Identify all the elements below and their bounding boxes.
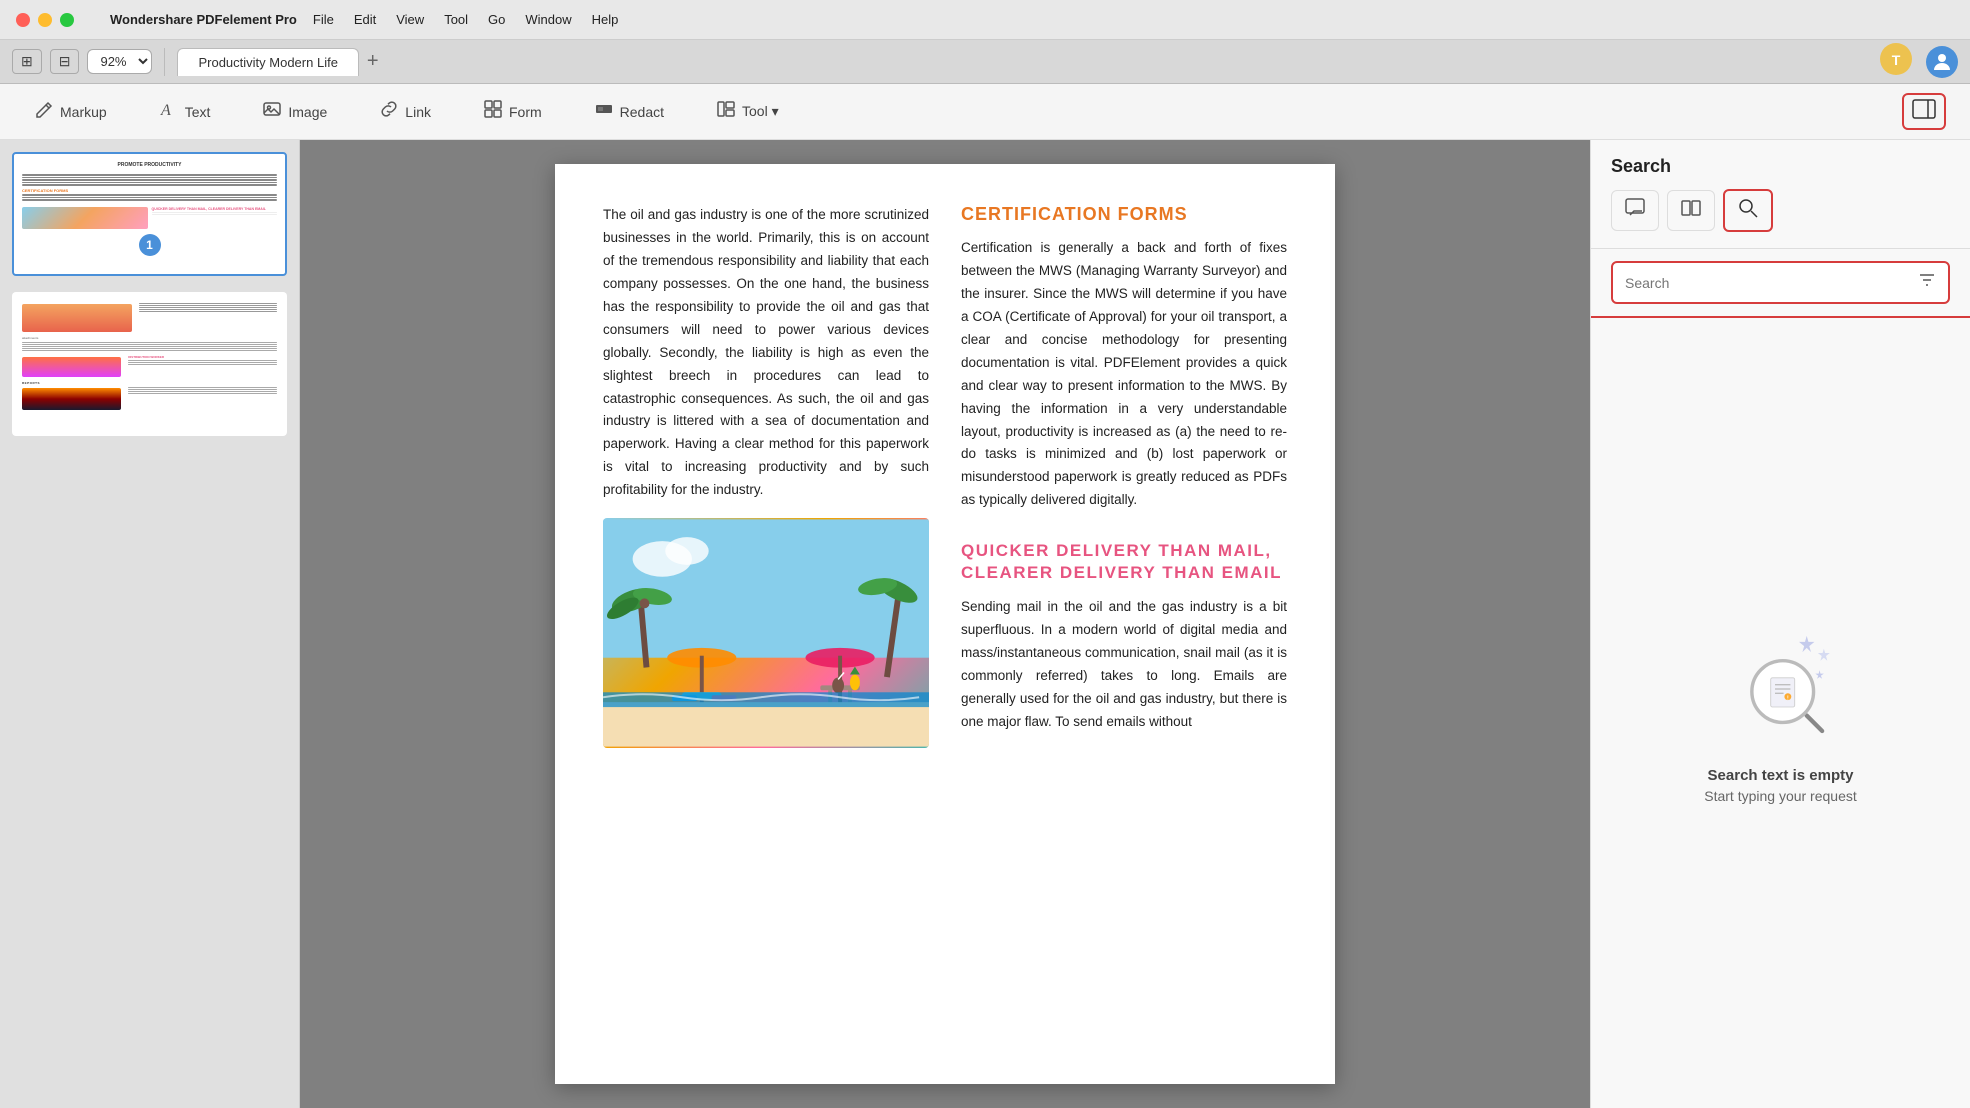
menu-window[interactable]: Window	[525, 12, 571, 27]
form-button[interactable]: Form	[473, 93, 552, 130]
panel-title: Search	[1611, 156, 1950, 177]
menu-edit[interactable]: Edit	[354, 12, 376, 27]
doc-col-left: The oil and gas industry is one of the m…	[603, 204, 929, 748]
redact-label: Redact	[620, 104, 664, 120]
search-filter-button[interactable]	[1906, 263, 1948, 302]
link-label: Link	[405, 104, 431, 120]
markup-button[interactable]: Markup	[24, 93, 117, 130]
tool-label: Tool ▾	[742, 103, 779, 120]
link-icon	[379, 99, 399, 124]
thumbnail-1-image: PROMOTE PRODUCTIVITY CERTIFICATION FORMS	[12, 152, 287, 276]
titlebar: Wondershare PDFelement Pro File Edit Vie…	[0, 0, 1970, 40]
right-panel: Search	[1590, 140, 1970, 1108]
tool-icon	[716, 99, 736, 124]
split-view-button[interactable]: ⊟	[50, 49, 80, 74]
search-empty-state: ! Search text is empty Start typing your…	[1591, 318, 1970, 1108]
active-tab[interactable]: Productivity Modern Life	[177, 48, 358, 76]
traffic-lights	[16, 13, 74, 27]
tabbar-right: T	[1878, 41, 1958, 83]
panel-header: Search	[1591, 140, 1970, 249]
image-button[interactable]: Image	[252, 93, 337, 130]
toolbar: Markup A Text Image Link	[0, 84, 1970, 140]
redact-icon	[594, 99, 614, 124]
certification-heading: CERTIFICATION FORMS	[961, 204, 1287, 225]
view-controls: ⊞ ⊟ 92%	[12, 49, 152, 74]
form-icon	[483, 99, 503, 124]
thumbnail-2-image: attachments DISTRIBUTION WORKER	[12, 292, 287, 436]
sidebar-wrapper: PROMOTE PRODUCTIVITY CERTIFICATION FORMS	[0, 140, 300, 1108]
main-layout: PROMOTE PRODUCTIVITY CERTIFICATION FORMS	[0, 140, 1970, 1108]
form-label: Form	[509, 104, 542, 120]
image-icon	[262, 99, 282, 124]
panel-toggle-button[interactable]	[1902, 93, 1946, 130]
tab-title: Productivity Modern Life	[198, 55, 337, 70]
search-input-area	[1591, 249, 1970, 318]
image-label: Image	[288, 104, 327, 120]
svg-text:T: T	[1892, 52, 1901, 68]
search-empty-subtitle: Start typing your request	[1704, 788, 1857, 804]
redact-button[interactable]: Redact	[584, 93, 674, 130]
tabbar: ⊞ ⊟ 92% Productivity Modern Life + T	[0, 40, 1970, 84]
lower-text: Sending mail in the oil and the gas indu…	[961, 596, 1287, 734]
document-area: The oil and gas industry is one of the m…	[300, 140, 1590, 1108]
document-two-column: The oil and gas industry is one of the m…	[603, 204, 1287, 748]
panel-columns-button[interactable]	[1667, 190, 1715, 231]
thumb-1-title: PROMOTE PRODUCTIVITY	[22, 162, 277, 169]
panel-comments-button[interactable]	[1611, 190, 1659, 231]
document-page: The oil and gas industry is one of the m…	[555, 164, 1335, 1084]
tool-button[interactable]: Tool ▾	[706, 93, 789, 130]
search-empty-illustration: !	[1721, 623, 1841, 743]
new-tab-button[interactable]: +	[359, 50, 387, 73]
menu-view[interactable]: View	[396, 12, 424, 27]
thumb-heading-cert: CERTIFICATION FORMS	[22, 188, 277, 194]
menu-tool[interactable]: Tool	[444, 12, 468, 27]
panel-tools	[1611, 189, 1950, 232]
menu-bar: File Edit View Tool Go Window Help	[313, 12, 619, 27]
search-input[interactable]	[1613, 267, 1906, 299]
svg-text:!: !	[1786, 695, 1788, 701]
quicker-heading: QUICKER DELIVERY THAN MAIL, CLEARER DELI…	[961, 540, 1287, 584]
markup-label: Markup	[60, 104, 107, 120]
svg-text:A: A	[160, 102, 171, 119]
panel-search-button[interactable]	[1723, 189, 1773, 232]
menu-file[interactable]: File	[313, 12, 334, 27]
thumbnail-page-2[interactable]: attachments DISTRIBUTION WORKER	[12, 292, 287, 436]
app-name: Wondershare PDFelement Pro	[110, 12, 297, 27]
close-button[interactable]	[16, 13, 30, 27]
maximize-button[interactable]	[60, 13, 74, 27]
search-empty-title: Search text is empty	[1708, 767, 1854, 784]
text-label: Text	[185, 104, 211, 120]
doc-col-right: CERTIFICATION FORMS Certification is gen…	[961, 204, 1287, 748]
markup-icon	[34, 99, 54, 124]
link-button[interactable]: Link	[369, 93, 441, 130]
certification-text: Certification is generally a back and fo…	[961, 237, 1287, 512]
user-avatar[interactable]	[1926, 46, 1958, 78]
menu-help[interactable]: Help	[592, 12, 619, 27]
tab-divider	[164, 48, 165, 76]
left-col-text: The oil and gas industry is one of the m…	[603, 204, 929, 502]
menu-go[interactable]: Go	[488, 12, 505, 27]
search-input-row	[1611, 261, 1950, 304]
doc-beach-image	[603, 518, 929, 748]
text-icon: A	[159, 99, 179, 124]
text-button[interactable]: A Text	[149, 93, 221, 130]
tips-logo: T	[1878, 41, 1914, 83]
thumbnail-page-1[interactable]: PROMOTE PRODUCTIVITY CERTIFICATION FORMS	[12, 152, 287, 276]
zoom-selector[interactable]: 92%	[87, 49, 152, 74]
grid-view-button[interactable]: ⊞	[12, 49, 42, 74]
thumbnail-sidebar: PROMOTE PRODUCTIVITY CERTIFICATION FORMS	[0, 140, 300, 1108]
thumb-heading-quicker: QUICKER DELIVERY THAN MAIL, CLEARER DELI…	[152, 207, 278, 212]
minimize-button[interactable]	[38, 13, 52, 27]
page-1-badge: 1	[139, 234, 161, 256]
